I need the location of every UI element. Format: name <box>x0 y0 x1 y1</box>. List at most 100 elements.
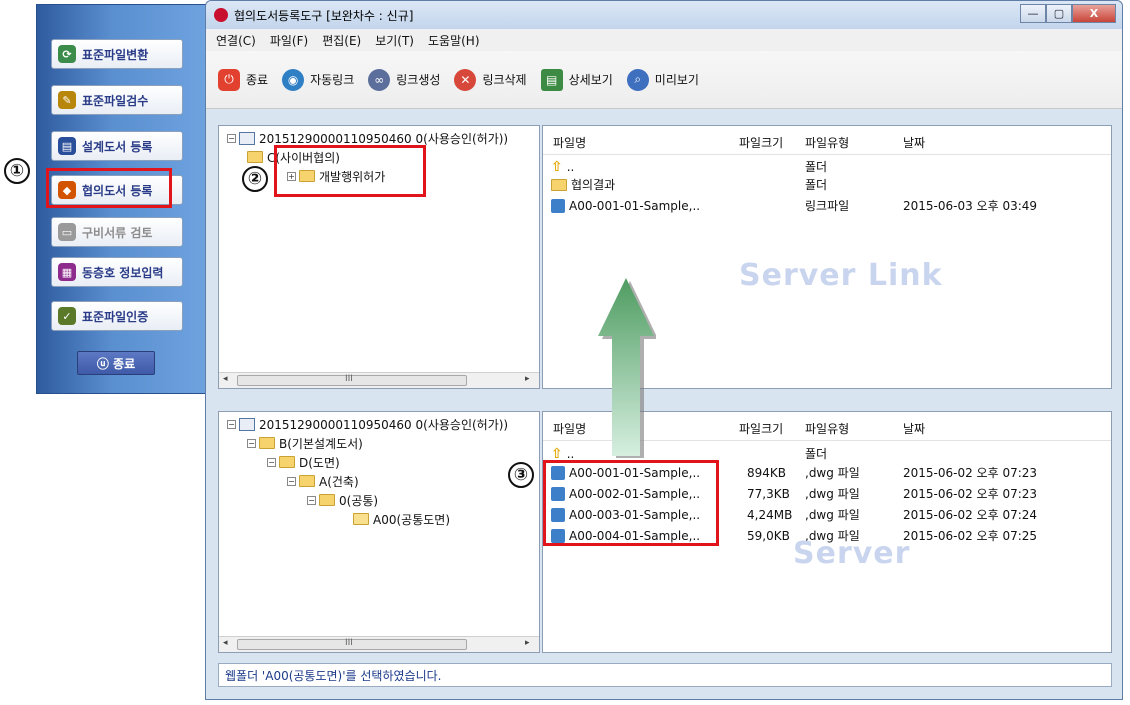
file-name: .. <box>566 159 575 174</box>
tree-root-label: 20151290000110950460 0(사용승인(허가)) <box>259 417 509 432</box>
column-header-name[interactable]: 파일명 <box>553 420 586 437</box>
detail-view-button[interactable]: ▤ 상세보기 <box>540 68 613 91</box>
tree-item-label: A(건축) <box>319 474 359 489</box>
unit-info-icon: ▦ <box>58 263 76 281</box>
file-row-link-file[interactable]: A00-001-01-Sample,.. 링크파일 2015-06-03 오후 … <box>551 197 1037 214</box>
toolbar-label: 자동링크 <box>310 73 355 87</box>
screen: ⟳ 표준파일변환 ✎ 표준파일검수 ▤ 설계도서 등록 ◆ 협의도서 등록 ▭ … <box>0 0 1130 705</box>
collapse-icon[interactable]: − <box>267 457 276 467</box>
unit-info-input-button[interactable]: ▦ 동층호 정보입력 <box>51 257 183 287</box>
file-row-consult-result[interactable]: 협의결과 폴더 <box>551 176 827 193</box>
tree-item-label: 0(공통) <box>339 493 379 508</box>
scroll-grip: III <box>345 374 353 384</box>
button-label: 설계도서 등록 <box>82 139 153 154</box>
close-button[interactable]: X <box>1072 4 1116 23</box>
column-header-size[interactable]: 파일크기 <box>739 420 783 437</box>
upload-direction-arrow-icon <box>598 278 656 458</box>
folder-icon <box>279 456 295 468</box>
file-name: 협의결과 <box>571 178 616 192</box>
tree-item-common[interactable]: − 0(공통) <box>307 491 378 509</box>
exit-icon: ⏻ <box>218 68 240 91</box>
column-header-date[interactable]: 날짜 <box>903 134 925 151</box>
launcher-exit-button[interactable]: ⓤ 종료 <box>77 351 155 375</box>
file-size: 77,3KB <box>747 486 790 501</box>
annotation-marker-3: ③ <box>508 462 534 488</box>
file-size: 894KB <box>747 465 787 480</box>
toolbar-label: 미리보기 <box>654 73 699 87</box>
folder-icon <box>259 437 275 449</box>
button-label: 동층호 정보입력 <box>82 265 164 280</box>
collapse-icon[interactable]: − <box>287 476 296 486</box>
collapse-icon[interactable]: − <box>227 133 236 143</box>
button-label: 표준파일변환 <box>82 47 149 62</box>
folder-icon <box>319 494 335 506</box>
up-folder-icon: ⇧ <box>551 158 563 175</box>
file-date: 2015-06-02 오후 07:23 <box>903 487 1038 501</box>
scroll-right-icon[interactable]: ▸ <box>525 374 530 384</box>
create-link-button[interactable]: ∞ 링크생성 <box>368 68 440 91</box>
register-design-icon: ▤ <box>58 137 76 155</box>
auto-link-button[interactable]: ◉ 자동링크 <box>282 68 355 91</box>
review-documents-button[interactable]: ▭ 구비서류 검토 <box>51 217 183 247</box>
collapse-icon[interactable]: − <box>307 495 316 505</box>
tree-item-drawings[interactable]: − D(도면) <box>267 453 340 471</box>
toolbar: ⏻ 종료 ◉ 자동링크 ∞ 링크생성 ✕ 링크삭제 ▤ 상세보기 ⌕ 미리보기 <box>206 51 1122 109</box>
tree-item-common-drawings[interactable]: A00(공통도면) <box>353 510 450 528</box>
menu-view[interactable]: 보기(T) <box>375 32 414 49</box>
server-tree-pane[interactable]: − 20151290000110950460 0(사용승인(허가)) − B(기… <box>218 411 540 653</box>
tree-item-basic-design[interactable]: − B(기본설계도서) <box>247 434 363 452</box>
tree-item-architecture[interactable]: − A(건축) <box>287 472 359 490</box>
detail-view-icon: ▤ <box>540 68 563 91</box>
computer-icon <box>239 417 255 431</box>
maximize-button[interactable]: ▢ <box>1046 4 1072 23</box>
scroll-left-icon[interactable]: ◂ <box>223 638 228 648</box>
menu-file[interactable]: 파일(F) <box>270 32 308 49</box>
column-header-size[interactable]: 파일크기 <box>739 134 783 151</box>
preview-button[interactable]: ⌕ 미리보기 <box>626 68 699 91</box>
review-docs-icon: ▭ <box>58 223 76 241</box>
column-header-type[interactable]: 파일유형 <box>805 134 849 151</box>
menu-help[interactable]: 도움말(H) <box>428 32 480 49</box>
minimize-button[interactable]: — <box>1020 4 1046 23</box>
file-size: 4,24MB <box>747 507 793 522</box>
folder-icon <box>247 151 263 163</box>
file-type: 폴더 <box>805 178 828 192</box>
column-header-date[interactable]: 날짜 <box>903 420 925 437</box>
exit-button[interactable]: ⏻ 종료 <box>218 68 268 91</box>
tree-horizontal-scrollbar[interactable]: ◂ III ▸ <box>219 636 539 652</box>
tree-item-label: A00(공통도면) <box>373 512 451 527</box>
status-bar: 웹폴더 'A00(공통도면)'를 선택하였습니다. <box>218 663 1112 687</box>
file-row-parent[interactable]: ⇧ .. 폴더 <box>551 158 827 175</box>
file-date: 2015-06-02 오후 07:24 <box>903 508 1038 522</box>
column-header-type[interactable]: 파일유형 <box>805 420 849 437</box>
scroll-left-icon[interactable]: ◂ <box>223 374 228 384</box>
inspect-icon: ✎ <box>58 91 76 109</box>
header-divider <box>543 154 1111 155</box>
tree-horizontal-scrollbar[interactable]: ◂ III ▸ <box>219 372 539 388</box>
scroll-right-icon[interactable]: ▸ <box>525 638 530 648</box>
collapse-icon[interactable]: − <box>247 438 256 448</box>
menu-edit[interactable]: 편집(E) <box>322 32 361 49</box>
collapse-icon[interactable]: − <box>227 419 236 429</box>
tree-root-label: 20151290000110950460 0(사용승인(허가)) <box>259 131 509 146</box>
button-label: 표준파일검수 <box>82 93 149 108</box>
inspect-standard-file-button[interactable]: ✎ 표준파일검수 <box>51 85 183 115</box>
button-label: 표준파일인증 <box>82 309 149 324</box>
open-folder-icon <box>353 513 369 525</box>
file-type: 링크파일 <box>805 199 850 213</box>
main-window: 협의도서등록도구 [보완차수 : 신규] — ▢ X 연결(C) 파일(F) 편… <box>205 0 1123 700</box>
menu-connect[interactable]: 연결(C) <box>216 32 256 49</box>
menu-bar: 연결(C) 파일(F) 편집(E) 보기(T) 도움말(H) <box>206 29 1122 51</box>
link-file-icon <box>551 198 565 213</box>
highlight-box-tree-items <box>274 145 426 197</box>
tree-root[interactable]: − 20151290000110950460 0(사용승인(허가)) <box>227 415 508 433</box>
column-header-name[interactable]: 파일명 <box>553 134 586 151</box>
button-label: 구비서류 검토 <box>82 225 153 240</box>
register-design-docs-button[interactable]: ▤ 설계도서 등록 <box>51 131 183 161</box>
window-title: 협의도서등록도구 [보완차수 : 신규] <box>234 8 414 23</box>
folder-icon <box>299 475 315 487</box>
delete-link-button[interactable]: ✕ 링크삭제 <box>454 68 527 91</box>
file-type: 폴더 <box>805 447 828 461</box>
certify-standard-file-button[interactable]: ✓ 표준파일인증 <box>51 301 183 331</box>
convert-standard-file-button[interactable]: ⟳ 표준파일변환 <box>51 39 183 69</box>
